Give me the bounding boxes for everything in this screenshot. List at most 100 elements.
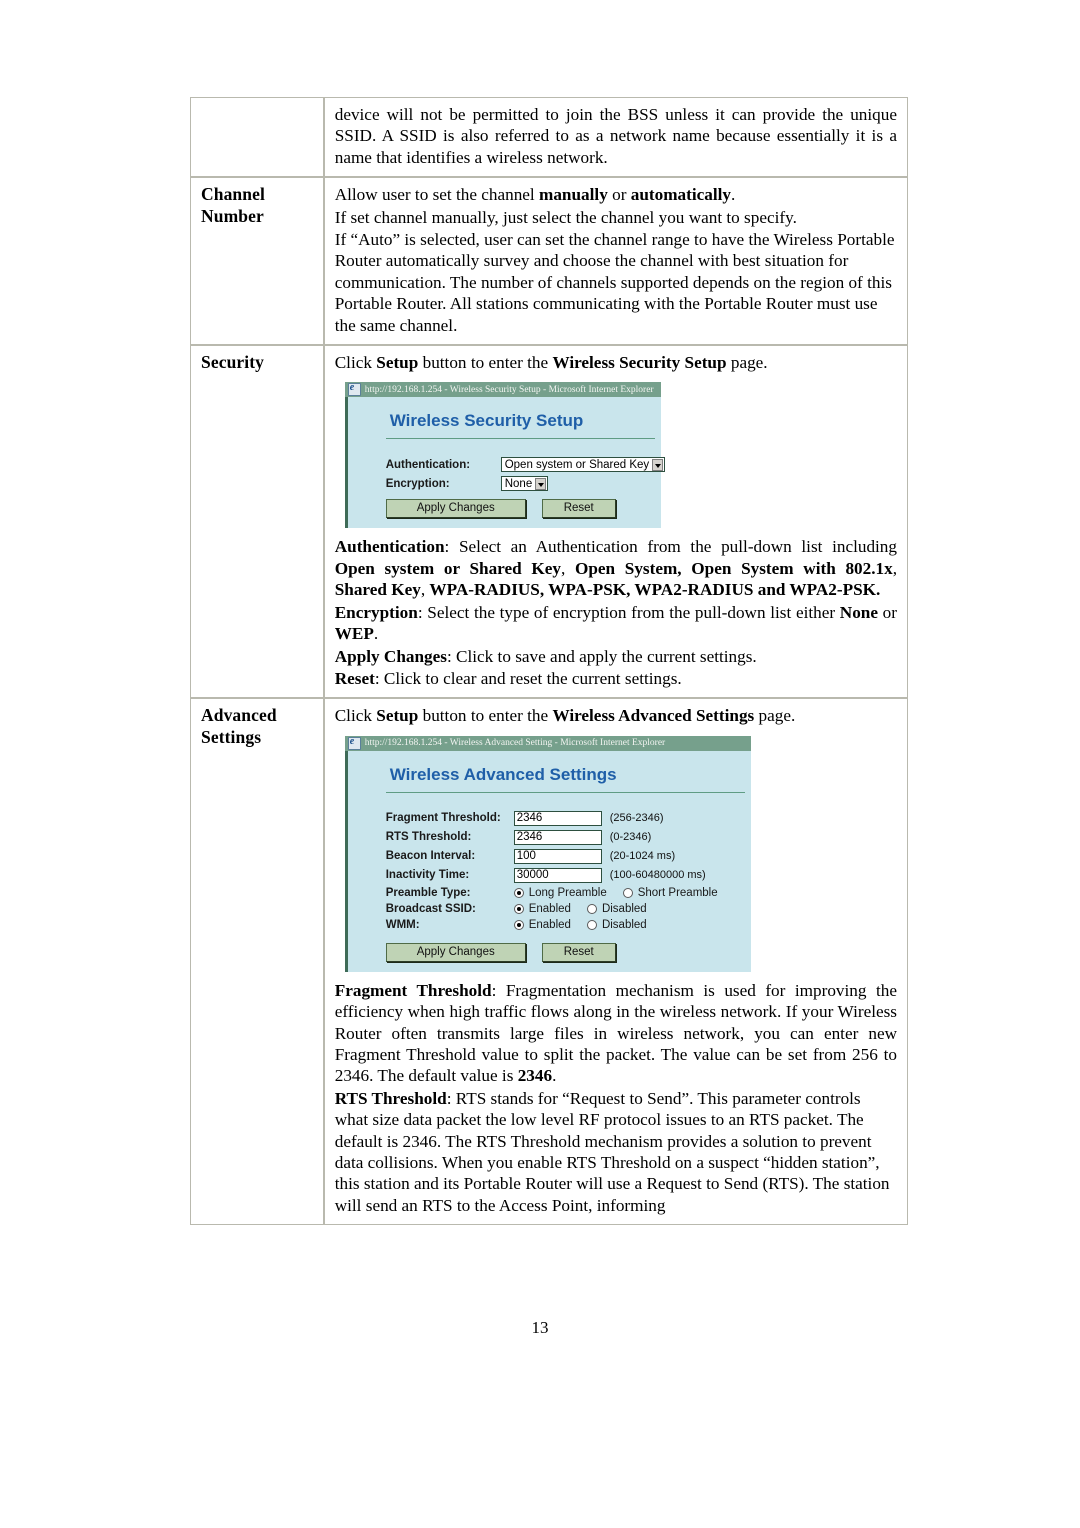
channel-number-description: Allow user to set the channel manually o… bbox=[335, 184, 897, 336]
broadcast-ssid-disabled-option[interactable]: Disabled bbox=[586, 902, 647, 915]
chevron-down-icon[interactable] bbox=[535, 477, 547, 490]
term-authentication: Authentication bbox=[334, 537, 445, 557]
term-encryption: Encryption bbox=[334, 602, 418, 622]
broadcast-ssid-enabled-option[interactable]: Enabled bbox=[513, 902, 571, 915]
inactivity-time-row: Inactivity Time: 30000 (100-60480000 ms) bbox=[386, 867, 751, 883]
apply-changes-button[interactable]: Apply Changes bbox=[385, 942, 526, 962]
authentication-select[interactable]: Open system or Shared Key bbox=[500, 457, 666, 473]
manual-page: device will not be permitted to join the… bbox=[0, 0, 1080, 1528]
encryption-value: None bbox=[504, 477, 533, 490]
radio-icon[interactable] bbox=[586, 919, 597, 930]
row-body-cell-advanced-settings: Click Setup button to enter the Wireless… bbox=[323, 698, 908, 1226]
beacon-interval-label: Beacon Interval: bbox=[385, 850, 476, 863]
page-title: Wireless Advanced Settings bbox=[389, 764, 617, 784]
wireless-advanced-settings-window: http://192.168.1.254 - Wireless Advanced… bbox=[344, 735, 751, 972]
radio-icon[interactable] bbox=[513, 887, 524, 898]
encryption-label: Encryption: bbox=[385, 477, 450, 490]
row-label-cell-security: Security bbox=[190, 345, 324, 699]
channel-line-2: If set channel manually, just select the… bbox=[334, 207, 797, 227]
advanced-descriptions: Fragment Threshold: Fragmentation mechan… bbox=[335, 980, 897, 1216]
preamble-long-option[interactable]: Long Preamble bbox=[513, 886, 607, 899]
advanced-intro: Click Setup button to enter the Wireless… bbox=[335, 705, 897, 726]
broadcast-ssid-disabled-label: Disabled bbox=[601, 902, 647, 915]
broadcast-ssid-enabled-label: Enabled bbox=[528, 902, 571, 915]
channel-line-1: Allow user to set the channel manually o… bbox=[335, 184, 897, 205]
advanced-button-row: Apply Changes Reset bbox=[385, 942, 751, 962]
wmm-enabled-option[interactable]: Enabled bbox=[513, 919, 571, 931]
reset-button[interactable]: Reset bbox=[541, 942, 616, 962]
row-body-cell-ssid: device will not be permitted to join the… bbox=[323, 97, 908, 178]
advanced-intro-c: button to enter the bbox=[418, 706, 553, 726]
internet-explorer-icon bbox=[347, 382, 361, 397]
preamble-long-label: Long Preamble bbox=[528, 886, 607, 899]
internet-explorer-icon bbox=[347, 736, 361, 750]
beacon-interval-input[interactable]: 100 bbox=[513, 848, 602, 864]
broadcast-ssid-label: Broadcast SSID: bbox=[385, 902, 476, 915]
table-row: Channel Number Allow user to set the cha… bbox=[190, 177, 908, 346]
authentication-description: Authentication: Select an Authentication… bbox=[334, 537, 898, 600]
advanced-intro-a: Click bbox=[334, 706, 377, 726]
security-intro-c: button to enter the bbox=[418, 353, 553, 373]
fragment-threshold-input[interactable]: 2346 bbox=[513, 810, 602, 826]
window-titlebar: http://192.168.1.254 - Wireless Security… bbox=[344, 382, 661, 398]
authentication-row: Authentication: Open system or Shared Ke… bbox=[386, 457, 666, 473]
channel-text-c: or bbox=[607, 185, 631, 205]
apply-changes-button[interactable]: Apply Changes bbox=[385, 499, 526, 519]
security-button-row: Apply Changes Reset bbox=[385, 499, 661, 519]
window-titlebar: http://192.168.1.254 - Wireless Advanced… bbox=[344, 735, 751, 751]
reset-button[interactable]: Reset bbox=[541, 499, 616, 519]
term-apply-changes: Apply Changes bbox=[334, 646, 447, 666]
ssid-paragraph: device will not be permitted to join the… bbox=[334, 105, 897, 167]
row-label-line1: Channel bbox=[201, 184, 265, 205]
security-descriptions: Authentication: Select an Authentication… bbox=[335, 536, 897, 689]
advanced-intro-setup: Setup bbox=[376, 706, 419, 726]
chevron-down-icon[interactable] bbox=[652, 458, 664, 471]
term-reset: Reset bbox=[334, 668, 375, 688]
rts-threshold-row: RTS Threshold: 2346 (0-2346) bbox=[386, 829, 751, 845]
row-label-cell-advanced-settings: Advanced Settings bbox=[190, 698, 324, 1226]
advanced-intro-e: page. bbox=[754, 706, 796, 726]
encryption-select[interactable]: None bbox=[500, 476, 549, 492]
advanced-form: Fragment Threshold: 2346 (256-2346) RTS … bbox=[348, 793, 751, 972]
page-title: Wireless Security Setup bbox=[389, 411, 584, 431]
beacon-interval-range: (20-1024 ms) bbox=[609, 850, 676, 863]
radio-icon[interactable] bbox=[622, 887, 633, 898]
security-intro-a: Click bbox=[334, 353, 377, 373]
window-client-area: Wireless Security Setup Authentication: … bbox=[344, 397, 666, 529]
encryption-row: Encryption: None bbox=[385, 476, 661, 492]
row-label-line2: Number bbox=[201, 205, 264, 226]
radio-icon[interactable] bbox=[586, 903, 597, 914]
channel-line-3: If “Auto” is selected, user can set the … bbox=[334, 230, 895, 335]
spec-table: device will not be permitted to join the… bbox=[190, 97, 908, 1226]
wmm-row: WMM: Enabled Disabled bbox=[386, 919, 751, 931]
row-body-cell-channel-number: Allow user to set the channel manually o… bbox=[323, 177, 908, 346]
rts-threshold-description: RTS Threshold: RTS stands for “Request t… bbox=[334, 1088, 890, 1215]
radio-icon[interactable] bbox=[513, 919, 524, 930]
wmm-disabled-label: Disabled bbox=[601, 918, 647, 931]
table-row: Advanced Settings Click Setup button to … bbox=[190, 698, 908, 1226]
preamble-type-label: Preamble Type: bbox=[385, 886, 471, 899]
page-number: 13 bbox=[531, 1318, 549, 1337]
advanced-intro-page-name: Wireless Advanced Settings bbox=[552, 706, 755, 726]
wmm-disabled-option[interactable]: Disabled bbox=[586, 918, 647, 931]
window-title: http://192.168.1.254 - Wireless Advanced… bbox=[364, 738, 666, 749]
inactivity-time-range: (100-60480000 ms) bbox=[609, 869, 706, 882]
channel-text-e: . bbox=[730, 185, 736, 205]
preamble-type-row: Preamble Type: Long Preamble Short Pream… bbox=[386, 887, 751, 899]
preamble-short-option[interactable]: Short Preamble bbox=[622, 887, 718, 899]
inactivity-time-input[interactable]: 30000 bbox=[513, 867, 602, 883]
table-row: device will not be permitted to join the… bbox=[190, 97, 908, 178]
reset-description: Reset: Click to clear and reset the curr… bbox=[334, 668, 682, 688]
channel-text-a: Allow user to set the channel bbox=[334, 185, 540, 205]
row-label-line1: Advanced bbox=[201, 705, 277, 726]
row-label: Security bbox=[201, 352, 265, 373]
authentication-value: Open system or Shared Key bbox=[504, 458, 650, 471]
row-label-cell-ssid bbox=[190, 97, 324, 178]
security-form: Authentication: Open system or Shared Ke… bbox=[348, 439, 666, 528]
row-body-cell-security: Click Setup button to enter the Wireless… bbox=[323, 345, 908, 699]
radio-icon[interactable] bbox=[513, 903, 524, 914]
encryption-description: Encryption: Select the type of encryptio… bbox=[334, 602, 897, 644]
fragment-threshold-range: (256-2346) bbox=[609, 812, 664, 825]
rts-threshold-input[interactable]: 2346 bbox=[513, 829, 602, 845]
channel-bold-manually: manually bbox=[539, 185, 608, 205]
